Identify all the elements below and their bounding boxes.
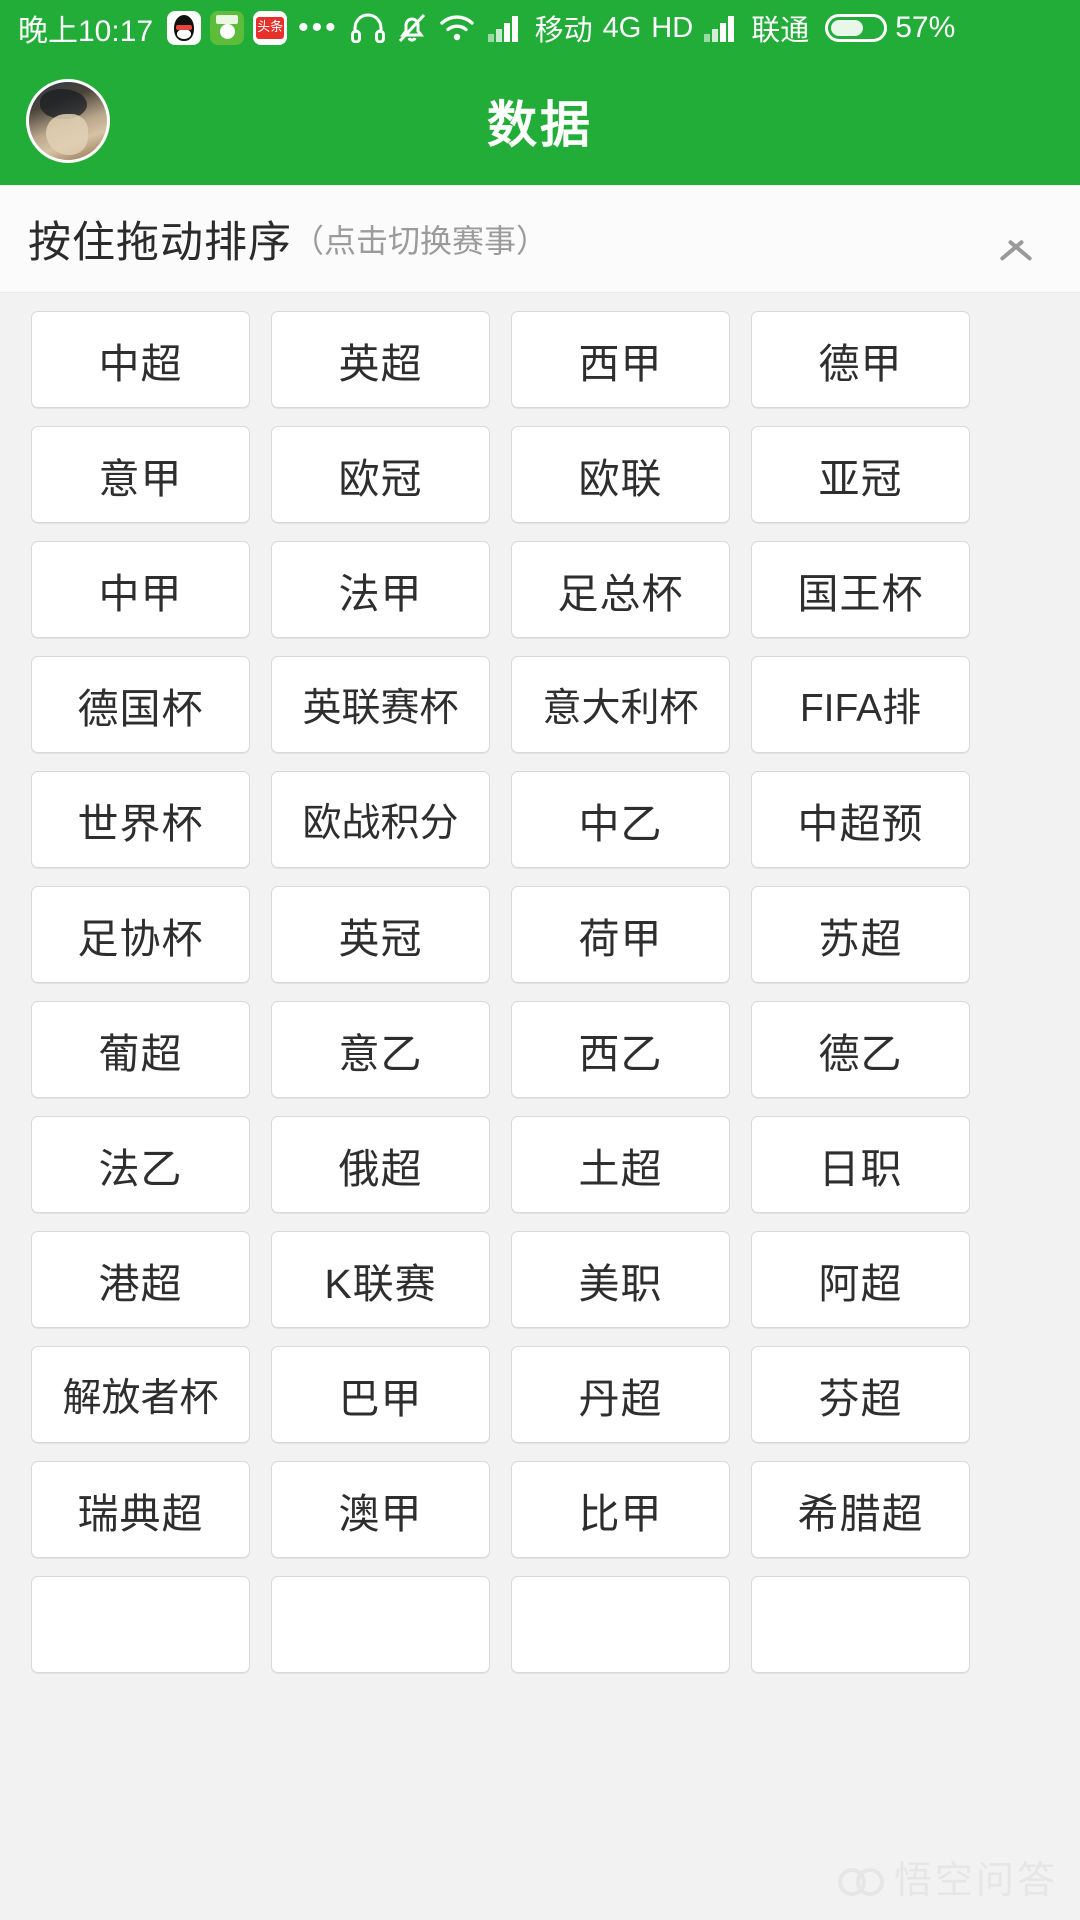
league-chip[interactable]: 葡超 [31,1001,250,1098]
league-chip[interactable]: 英冠 [271,886,490,983]
network-type-label: 4G [602,11,642,44]
league-chip[interactable]: 法乙 [31,1116,250,1213]
league-chip[interactable]: 中超 [31,311,250,408]
league-chip[interactable]: 比甲 [511,1461,730,1558]
watermark-label: 悟空问答 [893,1860,1058,1902]
league-chip[interactable]: 澳甲 [271,1461,490,1558]
league-chip[interactable] [31,1576,250,1673]
page-title: 数据 [487,96,593,153]
league-chip[interactable]: 世界杯 [31,771,250,868]
league-chip[interactable]: 土超 [511,1116,730,1213]
qq-icon [167,11,202,45]
league-chip[interactable]: 苏超 [751,886,970,983]
collapse-toggle-button[interactable] [952,185,1080,293]
league-chip[interactable]: 日职 [751,1116,970,1213]
league-chip[interactable]: 足协杯 [31,886,250,983]
league-chip[interactable]: 欧冠 [271,426,490,523]
league-chip[interactable]: 芬超 [751,1346,970,1443]
sort-hint-sublabel: （点击切换赛事） [292,222,549,259]
league-chip[interactable]: 德甲 [751,311,970,408]
league-chip[interactable] [271,1576,490,1673]
league-chip[interactable]: 美职 [511,1231,730,1328]
status-bar: 晚上10:17 头条 ••• 移动 4G HD 联通 57% [0,0,1080,56]
league-chip[interactable]: 丹超 [511,1346,730,1443]
wifi-icon [439,14,475,42]
toutiao-icon: 头条 [253,11,288,45]
signal-icon-secondary [703,14,737,42]
league-chip[interactable]: 中乙 [511,771,730,868]
league-chip[interactable]: 国王杯 [751,541,970,638]
bell-muted-icon [397,12,427,44]
league-grid-container[interactable]: 中超 英超 西甲 德甲意甲 欧冠 欧联 亚冠中甲 法甲 足总杯 国王杯德国杯 英联赛杯 意大利杯 FIF… [0,293,1080,1920]
headset-icon [350,13,385,43]
league-chip[interactable]: FIFA排 [751,656,970,753]
league-chip[interactable] [751,1576,970,1673]
league-grid: 中超 英超 西甲 德甲意甲 欧冠 欧联 亚冠中甲 法甲 足总杯 国王杯德国杯 英联赛杯 意大利杯 FIF… [0,311,1080,1673]
league-chip[interactable]: 阿超 [751,1231,970,1328]
battery-icon [825,14,888,42]
league-chip[interactable]: 荷甲 [511,886,730,983]
league-chip[interactable]: 德国杯 [31,656,250,753]
sort-section-header: 按住拖动排序 （点击切换赛事） [0,185,1080,293]
league-chip[interactable]: 意甲 [31,426,250,523]
league-chip[interactable]: 巴甲 [271,1346,490,1443]
status-clock: 晚上10:17 [18,15,154,48]
football-app-icon [210,11,245,45]
league-chip[interactable]: 中甲 [31,541,250,638]
league-chip[interactable] [511,1576,730,1673]
carrier-primary-label: 移动 [534,15,593,47]
league-chip[interactable]: 亚冠 [751,426,970,523]
league-chip[interactable]: 欧战积分 [271,771,490,868]
overflow-dots-icon: ••• [298,11,339,44]
league-chip[interactable]: 意大利杯 [511,656,730,753]
sort-hint-label: 按住拖动排序 [28,218,292,267]
carrier-secondary-label: 联通 [751,15,810,47]
league-chip[interactable]: K联赛 [271,1231,490,1328]
league-chip[interactable]: 英超 [271,311,490,408]
wukong-logo-icon [837,1862,884,1896]
league-chip[interactable]: 意乙 [271,1001,490,1098]
battery-percent-label: 57% [895,11,956,44]
league-chip[interactable]: 足总杯 [511,541,730,638]
league-chip[interactable]: 俄超 [271,1116,490,1213]
watermark: 悟空问答 [837,1849,1058,1904]
league-chip[interactable]: 英联赛杯 [271,656,490,753]
league-chip[interactable]: 解放者杯 [31,1346,250,1443]
league-chip[interactable]: 德乙 [751,1001,970,1098]
league-chip[interactable]: 港超 [31,1231,250,1328]
app-bar: 数据 [0,56,1080,185]
league-chip[interactable]: 西乙 [511,1001,730,1098]
league-chip[interactable]: 欧联 [511,426,730,523]
league-chip[interactable]: 中超预 [751,771,970,868]
league-chip[interactable]: 西甲 [511,311,730,408]
league-chip[interactable]: 希腊超 [751,1461,970,1558]
avatar[interactable] [26,78,110,163]
league-chip[interactable]: 法甲 [271,541,490,638]
signal-icon-primary [487,14,521,42]
hd-label: HD [651,11,694,44]
chevron-up-icon [996,219,1036,259]
league-chip[interactable]: 瑞典超 [31,1461,250,1558]
